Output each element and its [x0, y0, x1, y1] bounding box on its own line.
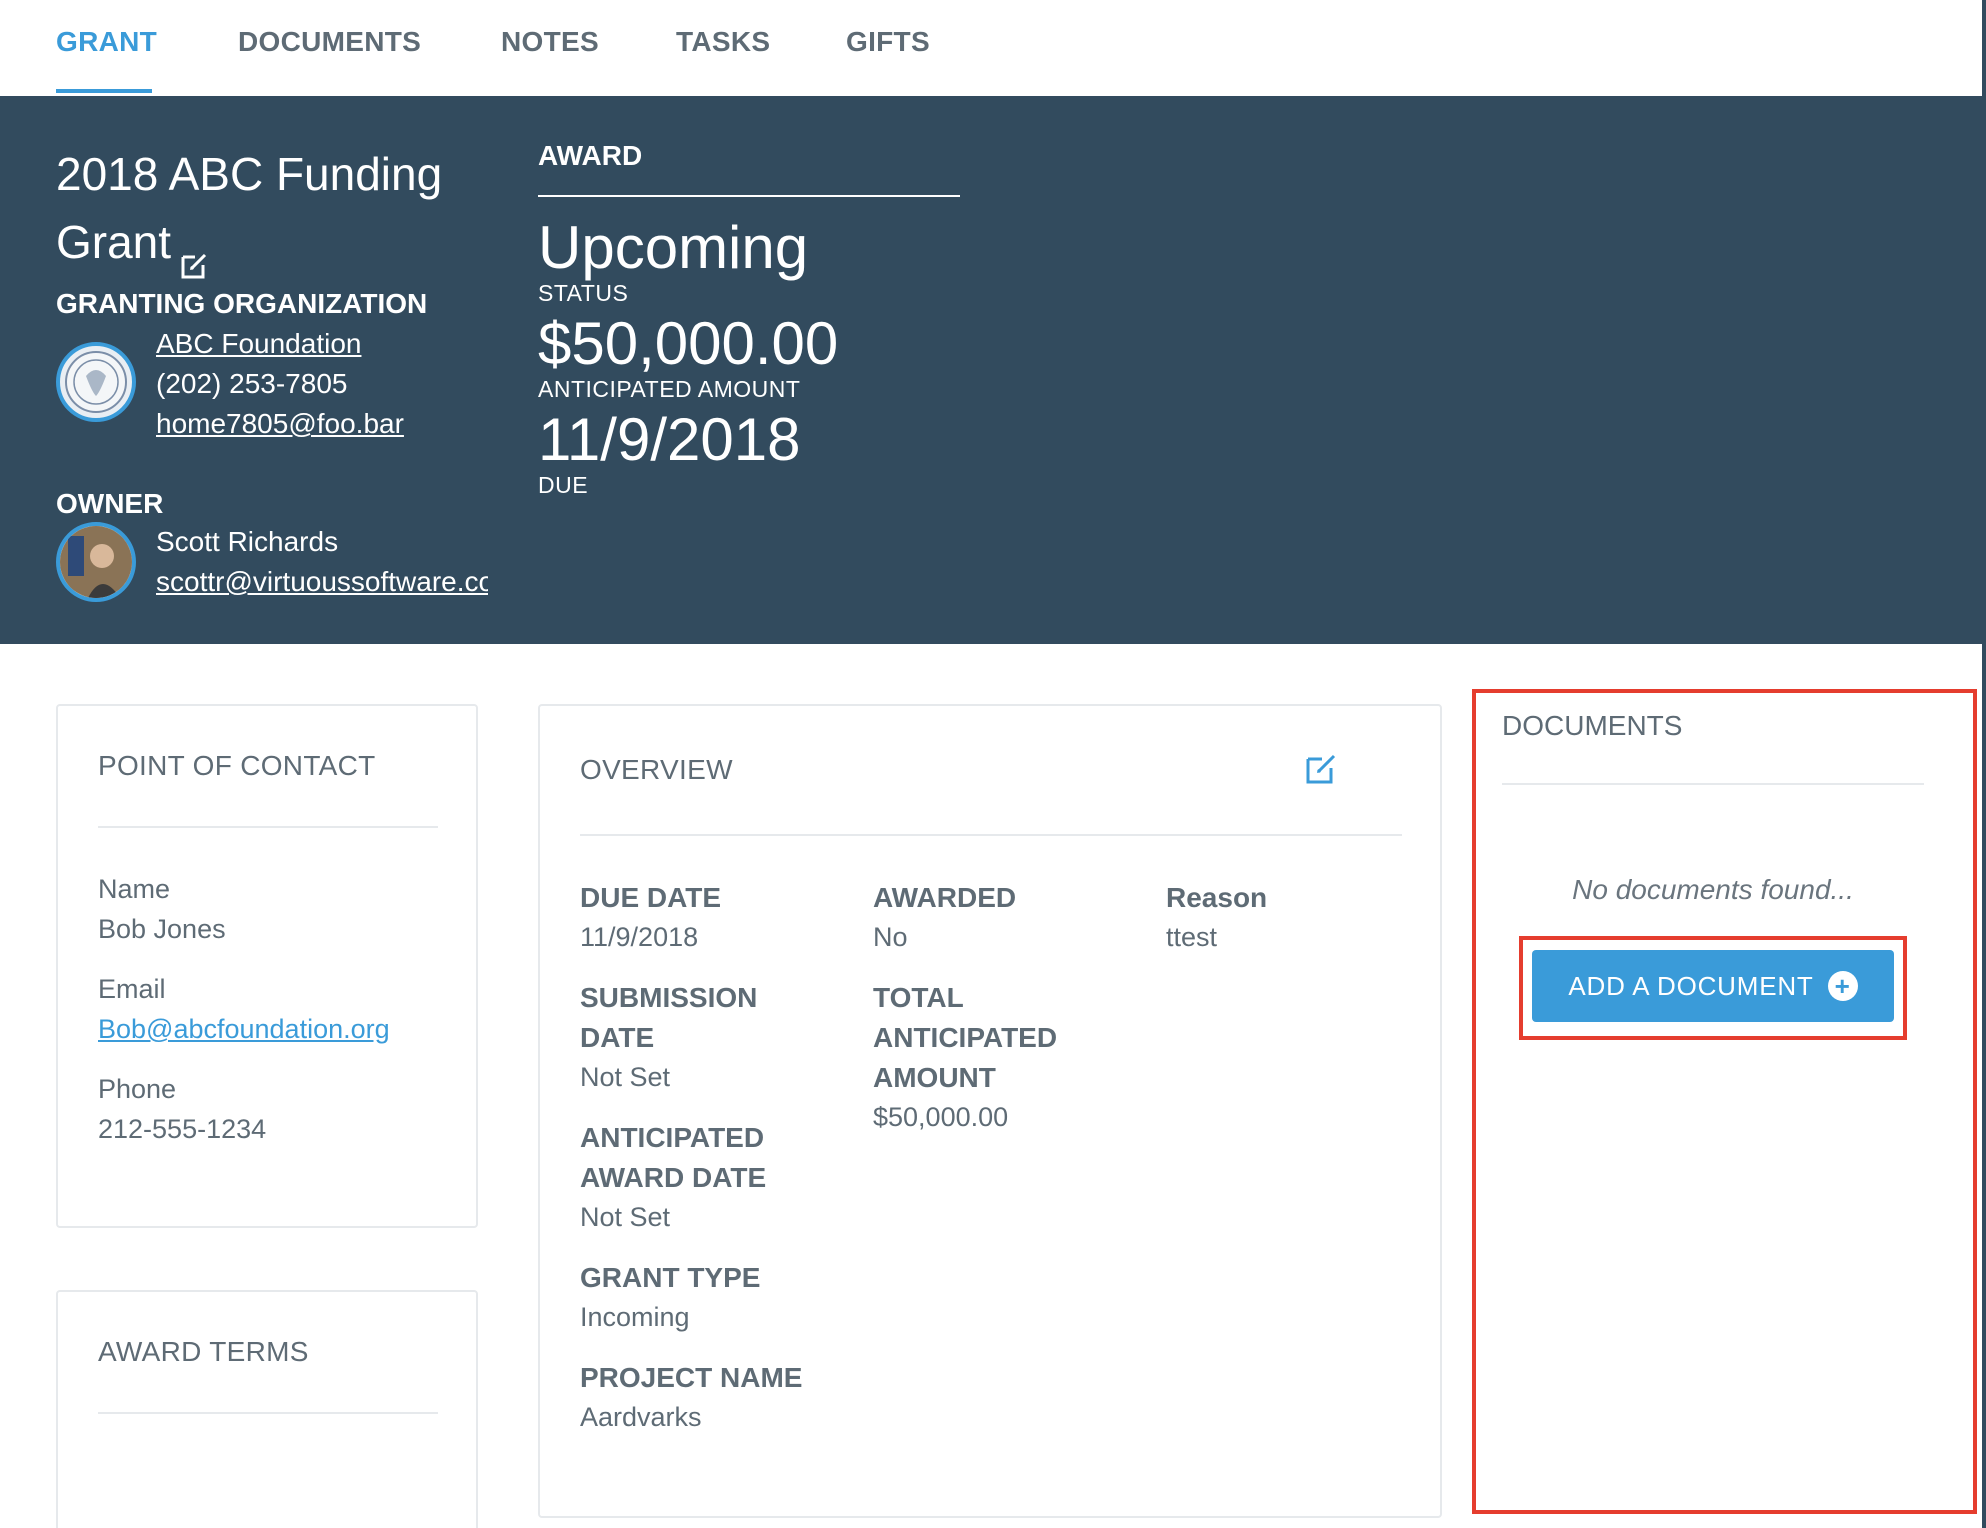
grant-title-line1: 2018 ABC Funding — [56, 148, 443, 200]
owner-label: OWNER — [56, 488, 164, 519]
due-date-label: DUE DATE — [580, 882, 722, 913]
overview-card: OVERVIEW DUE DATE 11/9/2018 SUBMISSION D… — [538, 704, 1442, 1518]
org-name-link[interactable]: ABC Foundation — [156, 328, 361, 360]
point-of-contact-card: POINT OF CONTACT Name Bob Jones Email Bo… — [56, 704, 478, 1228]
contact-name-label: Name — [98, 874, 171, 904]
documents-highlight-box — [1472, 689, 1977, 1514]
tab-documents[interactable]: DOCUMENTS — [238, 26, 421, 58]
plus-circle-icon: + — [1827, 971, 1858, 1001]
owner-avatar — [56, 522, 136, 602]
overview-title: OVERVIEW — [580, 754, 733, 785]
awarded-value: No — [873, 922, 908, 952]
seal-icon — [65, 351, 127, 413]
awarded-label: AWARDED — [873, 882, 1017, 913]
project-name-value: Aardvarks — [580, 1402, 702, 1432]
award-due-value: 11/9/2018 — [538, 406, 801, 473]
total-anticipated-label-1: TOTAL — [873, 982, 964, 1013]
anticipated-award-date-label-2: AWARD DATE — [580, 1162, 767, 1193]
award-terms-card: AWARD TERMS — [56, 1290, 478, 1528]
documents-title: DOCUMENTS — [1502, 710, 1683, 741]
card-divider — [580, 834, 1402, 836]
add-document-label: ADD A DOCUMENT — [1568, 970, 1814, 1001]
edit-icon[interactable] — [179, 231, 209, 279]
award-status-label: STATUS — [538, 280, 629, 306]
submission-date-label-1: SUBMISSION — [580, 982, 758, 1013]
anticipated-award-date-value: Not Set — [580, 1202, 671, 1232]
grant-type-label: GRANT TYPE — [580, 1262, 761, 1293]
grant-title-line2-wrap: Grant — [56, 208, 476, 279]
contact-phone-value: 212-555-1234 — [98, 1114, 267, 1144]
contact-email-label: Email — [98, 974, 166, 1004]
grant-title-line2: Grant — [56, 216, 172, 268]
contact-name-value: Bob Jones — [98, 914, 226, 944]
contact-email-link[interactable]: Bob@abcfoundation.org — [98, 1014, 390, 1045]
granting-org-label: GRANTING ORGANIZATION — [56, 288, 428, 319]
owner-name: Scott Richards — [156, 526, 339, 557]
user-photo-icon — [60, 526, 132, 598]
award-label: AWARD — [538, 140, 643, 171]
reason-label: Reason — [1166, 882, 1268, 913]
award-amount-label: ANTICIPATED AMOUNT — [538, 376, 801, 402]
total-anticipated-label-2: ANTICIPATED — [873, 1022, 1058, 1053]
submission-date-value: Not Set — [580, 1062, 671, 1092]
grant-type-value: Incoming — [580, 1302, 690, 1332]
award-status-value: Upcoming — [538, 214, 809, 281]
org-phone: (202) 253-7805 — [156, 368, 348, 399]
submission-date-label-2: DATE — [580, 1022, 655, 1053]
award-due-label: DUE — [538, 472, 589, 498]
tab-gifts[interactable]: GIFTS — [846, 26, 930, 58]
grant-header: 2018 ABC Funding Grant GRANTING ORGANIZA… — [0, 96, 1986, 644]
tab-grant[interactable]: GRANT — [56, 26, 157, 58]
point-of-contact-title: POINT OF CONTACT — [98, 750, 376, 781]
contact-phone-label: Phone — [98, 1074, 177, 1104]
card-divider — [98, 1412, 438, 1414]
tab-notes[interactable]: NOTES — [501, 26, 599, 58]
org-avatar — [56, 342, 136, 422]
reason-value: ttest — [1166, 922, 1218, 952]
anticipated-award-date-label-1: ANTICIPATED — [580, 1122, 765, 1153]
org-email-link[interactable]: home7805@foo.bar — [156, 408, 404, 440]
project-name-label: PROJECT NAME — [580, 1362, 803, 1393]
total-anticipated-label-3: AMOUNT — [873, 1062, 996, 1093]
due-date-value: 11/9/2018 — [580, 922, 699, 952]
tab-tasks[interactable]: TASKS — [676, 26, 770, 58]
add-document-button[interactable]: ADD A DOCUMENT + — [1532, 950, 1894, 1022]
owner-email-link[interactable]: scottr@virtuoussoftware.com — [156, 566, 488, 598]
total-anticipated-value: $50,000.00 — [873, 1102, 1009, 1132]
right-edge-strip — [1982, 0, 1986, 1528]
award-amount-value: $50,000.00 — [538, 310, 839, 377]
award-terms-title: AWARD TERMS — [98, 1336, 309, 1367]
card-divider — [98, 826, 438, 828]
active-tab-indicator — [56, 89, 152, 93]
edit-overview-icon[interactable] — [1304, 752, 1338, 786]
grant-title: 2018 ABC Funding Grant — [56, 140, 476, 279]
award-divider — [538, 195, 960, 197]
no-documents-message: No documents found... — [1572, 874, 1854, 905]
tab-bar: GRANT DOCUMENTS NOTES TASKS GIFTS — [0, 0, 1986, 96]
documents-divider — [1502, 783, 1924, 785]
